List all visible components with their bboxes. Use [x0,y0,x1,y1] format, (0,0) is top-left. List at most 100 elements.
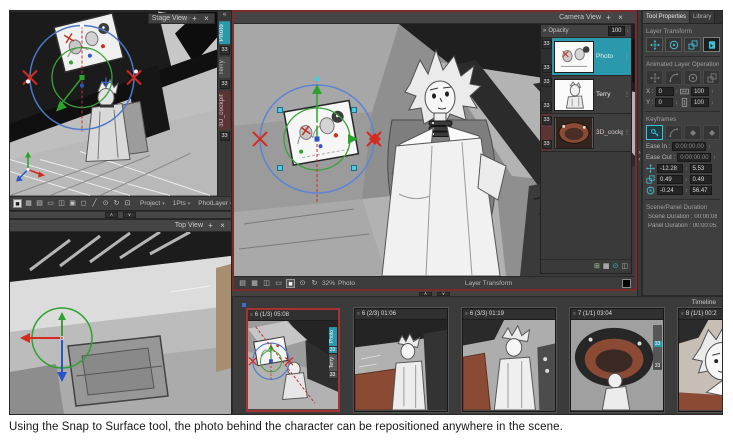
duplicate-layer-icon[interactable]: ◫ [621,262,628,271]
layer-row-photo[interactable]: 33 33 Photo ⋮ [541,38,631,76]
layer-row-3d-cockpit[interactable]: 33 33 3D_cockpit ⋮ [541,114,631,152]
layer-grip[interactable]: ⋮ [623,38,631,75]
remove-keyframe-button[interactable] [665,125,682,140]
stage-tool-icon[interactable]: ◫ [57,199,66,208]
tab-tool-properties[interactable]: Tool Properties [643,11,690,23]
scale-tool-button[interactable] [684,37,701,52]
camera-layer-icon[interactable]: ⊙ [613,262,619,271]
spread-layer-button[interactable] [665,70,682,85]
expand-panel-icon[interactable]: » [543,28,546,34]
animate-icon[interactable]: 33 [220,80,230,89]
add-view-button[interactable]: + [604,13,613,22]
add-group-icon[interactable]: ▦ [603,262,610,271]
top-viewport-canvas[interactable] [10,232,231,414]
pivot-button[interactable] [684,70,701,85]
collapse-strip-icon[interactable]: « [223,12,226,19]
next-keyframe-button[interactable] [703,125,720,140]
ease-out-field[interactable]: 0:00:00.00 [677,153,711,162]
timeline-panel-5[interactable]: ≡ 8 (1/1) 00:2 [678,308,723,412]
stage-viewport-canvas[interactable] [10,11,217,196]
opacity-spinner[interactable]: ↕ [627,28,630,34]
expand-left-icon[interactable]: ‹ [639,157,641,164]
x-field[interactable]: 0 [656,87,674,96]
animate-icon[interactable]: 33 [542,64,552,73]
splitter-down-button[interactable]: ∨ [123,212,136,218]
close-view-button[interactable]: × [616,13,625,22]
stage-tool-icon[interactable]: ▣ [68,199,77,208]
mini-tab-photo[interactable]: Photo [329,327,337,346]
camera-timeline-splitter[interactable]: ∧ ∨ [232,291,637,296]
animate-icon[interactable]: 33 [220,46,230,55]
tab-library[interactable]: Library [690,11,715,23]
skew-field[interactable]: 56.47 [690,186,712,195]
reset-transform-button[interactable] [646,70,663,85]
position-x-field[interactable]: -12.28 [657,164,683,173]
snap-to-surface-button[interactable] [703,37,720,52]
height-field[interactable]: 100 [691,98,709,107]
y-spinner[interactable]: ↕ [675,100,678,106]
camera-view-mode-icon-active[interactable]: ■ [286,279,295,288]
layer-grip[interactable]: ⋮ [623,76,631,113]
spinner-icon[interactable]: ↕ [685,166,688,172]
camera-view-mode-icon[interactable]: ▤ [238,279,247,288]
panel-splitter-vertical[interactable]: › ‹ [637,10,642,296]
animate-icon[interactable]: 33 [542,78,552,87]
close-view-button[interactable]: × [202,14,211,23]
color-swatch-black[interactable] [622,279,631,288]
stage-tool-icon[interactable]: ⊡ [123,199,132,208]
splitter-up-button[interactable]: ∧ [105,212,118,218]
animate-icon[interactable]: 33 [220,132,230,141]
stage-tool-icon[interactable]: ⊙ [101,199,110,208]
animate-icon[interactable]: 33 [542,102,552,111]
stage-layer-tab-photo[interactable]: Photo [219,21,230,44]
stage-tool-icon[interactable]: ▤ [35,199,44,208]
animate-icon[interactable]: 33 [542,116,552,125]
ease-in-field[interactable]: 0:00:00.00 [672,142,706,151]
pen-tool-icon[interactable]: ╱ [90,199,99,208]
splitter-up-button[interactable]: ∧ [419,292,432,296]
add-view-button[interactable]: + [206,221,215,230]
close-view-button[interactable]: × [218,221,227,230]
width-field[interactable]: 100 [691,87,709,96]
refresh-icon[interactable]: ↻ [112,199,121,208]
camera-view-mode-icon[interactable]: ◫ [262,279,271,288]
scale-x-field[interactable]: 0.49 [657,175,683,184]
layer-dropdown[interactable]: PhotLayer▾ [198,200,231,207]
add-keyframe-button[interactable] [646,125,663,140]
stage-tool-icon[interactable]: ▦ [24,199,33,208]
width-spinner[interactable]: ↕ [711,89,714,95]
ease-in-spinner[interactable]: ↕ [708,144,711,150]
camera-view-mode-icon[interactable]: ▦ [250,279,259,288]
project-dropdown[interactable]: Project▾ [140,200,165,207]
layer-row-terry[interactable]: 33 33 Terry ⋮ [541,76,631,114]
mini-tab[interactable] [654,326,662,340]
stage-top-splitter[interactable]: ∧ ∨ [9,211,232,219]
y-field[interactable]: 0 [655,98,673,107]
spinner-icon[interactable]: ↕ [685,177,688,183]
x-spinner[interactable]: ↕ [676,89,679,95]
stage-tool-icon[interactable]: ▭ [46,199,55,208]
prev-keyframe-button[interactable] [684,125,701,140]
camera-view-mode-icon[interactable]: ▭ [274,279,283,288]
splitter-down-button[interactable]: ∨ [437,292,450,296]
expand-right-icon[interactable]: › [639,150,641,157]
zoom-level[interactable]: 32% [322,280,335,287]
opacity-value[interactable]: 100 [608,26,624,36]
stage-tool-icon[interactable]: ◻ [79,199,88,208]
stage-layer-tab-3d-cockpit[interactable]: 3D_cockpit [219,91,230,130]
rotate-tool-button[interactable] [665,37,682,52]
stage-tool-icon[interactable]: ■ [13,199,22,208]
scale-y-field[interactable]: 0.49 [690,175,712,184]
add-layer-icon[interactable]: ⊞ [594,262,600,271]
rotate-view-icon[interactable]: ⊙ [298,279,307,288]
timeline-panel-3[interactable]: ≡ 6 (3/3) 01:19 [462,308,556,412]
add-view-button[interactable]: + [190,14,199,23]
position-y-field[interactable]: 5.53 [690,164,712,173]
reset-view-icon[interactable]: ↻ [310,279,319,288]
timeline-panel-1[interactable]: ≡ 6 (1/3) 05:08 [246,308,340,412]
spinner-icon[interactable]: ↕ [685,188,688,194]
ease-out-spinner[interactable]: ↕ [713,155,716,161]
mini-tab[interactable] [654,348,662,362]
layer-grip[interactable]: ⋮ [623,114,631,151]
translate-tool-button[interactable] [646,37,663,52]
